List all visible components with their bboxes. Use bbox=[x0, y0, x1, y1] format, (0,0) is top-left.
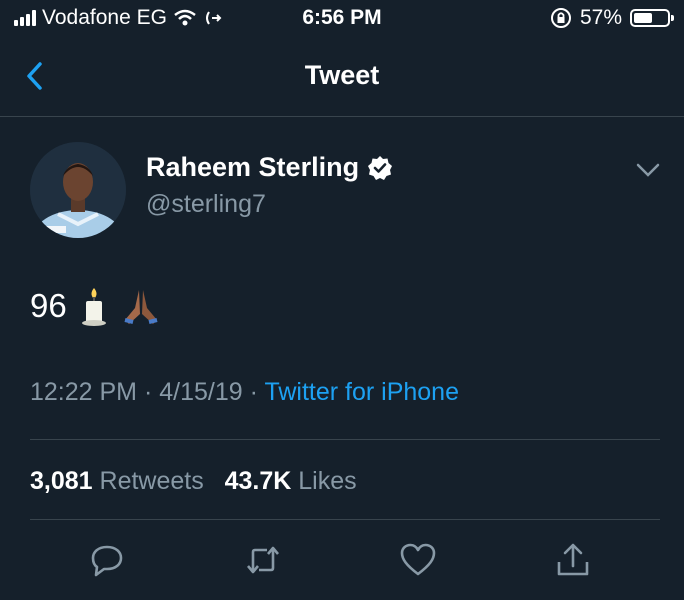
tweet-source-link[interactable]: Twitter for iPhone bbox=[264, 378, 459, 406]
tweet-text-content: 96 bbox=[30, 287, 67, 324]
tweet-meta: 12:22 PM · 4/15/19 · Twitter for iPhone bbox=[30, 378, 459, 407]
avatar[interactable] bbox=[30, 142, 126, 238]
author-name[interactable]: Raheem Sterling bbox=[146, 152, 393, 183]
divider bbox=[30, 519, 660, 520]
battery-icon bbox=[630, 9, 674, 27]
battery-percent: 57% bbox=[579, 6, 622, 29]
status-right: 57% bbox=[550, 6, 674, 30]
reply-icon[interactable] bbox=[87, 540, 127, 580]
battery-level bbox=[634, 13, 652, 23]
meta-separator: · bbox=[143, 378, 153, 406]
tweet-actions bbox=[0, 540, 684, 584]
verified-badge-icon bbox=[368, 155, 393, 180]
author-name-label[interactable]: Raheem Sterling bbox=[146, 152, 359, 183]
author-handle[interactable]: @sterling7 bbox=[146, 190, 266, 219]
meta-separator: · bbox=[249, 378, 258, 406]
status-bar: Vodafone EG 6:56 PM 57% bbox=[0, 0, 684, 40]
heart-icon[interactable] bbox=[398, 540, 438, 580]
divider bbox=[30, 439, 660, 440]
retweet-icon[interactable] bbox=[243, 540, 283, 580]
tweet-text: 96 bbox=[30, 286, 161, 326]
likes-label[interactable]: Likes bbox=[298, 467, 356, 495]
tweet-date: 4/15/19 bbox=[159, 378, 243, 406]
chevron-down-icon[interactable] bbox=[634, 160, 662, 180]
tweet-stats: 3,081 Retweets 43.7K Likes bbox=[30, 467, 357, 496]
tweet-time: 12:22 PM bbox=[30, 378, 138, 406]
page-title: Tweet bbox=[304, 60, 380, 90]
share-icon[interactable] bbox=[553, 540, 593, 580]
candle-icon bbox=[81, 288, 106, 326]
likes-count[interactable]: 43.7K bbox=[225, 467, 292, 495]
retweets-label[interactable]: Retweets bbox=[100, 467, 204, 495]
nav-bar: Tweet bbox=[0, 40, 684, 117]
folded-hands-icon bbox=[124, 290, 158, 324]
rotation-lock-icon bbox=[550, 8, 571, 28]
retweets-count[interactable]: 3,081 bbox=[30, 467, 93, 495]
